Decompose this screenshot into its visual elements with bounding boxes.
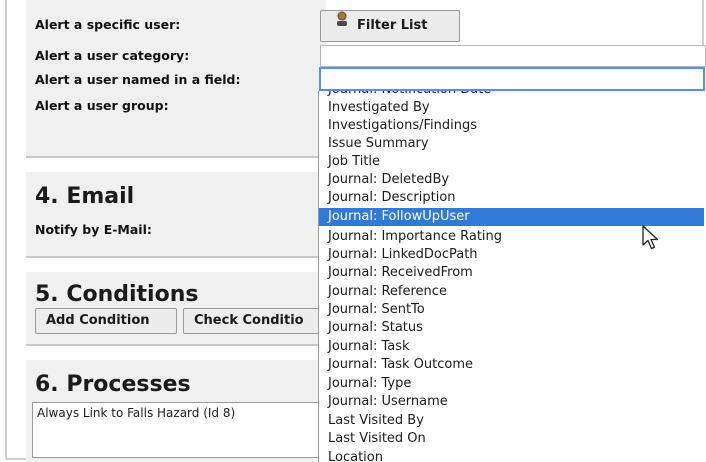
processes-section-title: 6. Processes (35, 372, 191, 397)
user-category-select[interactable] (320, 45, 706, 67)
dropdown-option[interactable]: Journal: Reference (319, 283, 704, 301)
alert-user-named-in-field-label: Alert a user named in a field: (35, 72, 241, 87)
add-condition-button[interactable]: Add Condition (35, 308, 177, 334)
check-conditions-button[interactable]: Check Conditio (183, 308, 323, 334)
dropdown-option[interactable]: Journal: Description (319, 189, 704, 207)
dropdown-option[interactable]: Journal: Task (319, 338, 704, 356)
alert-user-group-label: Alert a user group: (35, 98, 169, 113)
dropdown-option[interactable]: Investigations/Findings (319, 117, 704, 135)
filter-list-button[interactable]: Filter List (320, 10, 460, 42)
dropdown-option[interactable]: Last Visited On (319, 430, 704, 448)
dropdown-option[interactable]: Journal: ReceivedFrom (319, 264, 704, 282)
dropdown-option[interactable]: Journal: DeletedBy (319, 171, 704, 189)
conditions-section-title: 5. Conditions (35, 282, 199, 307)
dropdown-option[interactable]: Journal: SentTo (319, 301, 704, 319)
filter-list-label: Filter List (357, 18, 428, 33)
dropdown-option-selected[interactable]: Journal: FollowUpUser (319, 208, 704, 226)
dropdown-option[interactable]: Journal: Task Outcome (319, 356, 704, 374)
dropdown-option[interactable]: Issue Summary (319, 135, 704, 153)
user-field-select[interactable] (319, 67, 705, 91)
dropdown-option[interactable]: Last Visited By (319, 412, 704, 430)
mouse-cursor-icon (642, 225, 662, 255)
dropdown-option[interactable]: Journal: Status (319, 319, 704, 337)
dropdown-option[interactable]: Journal: Username (319, 393, 704, 411)
alert-user-category-label: Alert a user category: (35, 48, 190, 63)
notify-by-email-label: Notify by E-Mail: (35, 222, 152, 237)
dropdown-option[interactable]: Journal: Type (319, 375, 704, 393)
dropdown-option[interactable]: Job Title (319, 153, 704, 171)
dropdown-option[interactable]: Location (319, 449, 704, 462)
processes-list[interactable]: Always Link to Falls Hazard (Id 8) (32, 402, 322, 458)
alert-specific-user-label: Alert a specific user: (35, 17, 181, 32)
user-icon (335, 11, 349, 39)
field-dropdown-list[interactable]: Journal: Notification Date Investigated … (318, 91, 704, 462)
dropdown-option[interactable]: Investigated By (319, 99, 704, 117)
email-section-title: 4. Email (35, 184, 135, 209)
dropdown-option-partial[interactable]: Journal: Notification Date (319, 91, 704, 99)
